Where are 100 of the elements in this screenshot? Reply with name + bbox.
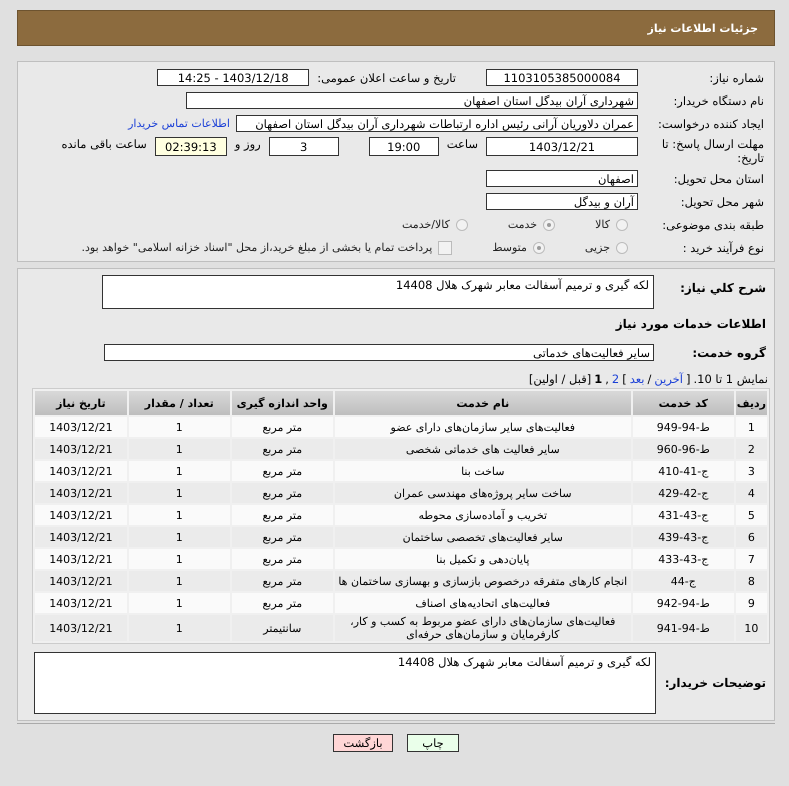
pagination-link[interactable]: بعد: [630, 372, 644, 386]
city-field: آران و بیدگل: [486, 193, 638, 210]
back-button[interactable]: بازگشت: [333, 734, 393, 752]
field-label: نوع فرآیند خرید :: [682, 240, 765, 254]
field-label: ساعت باقی مانده: [62, 137, 147, 151]
radio-button[interactable]: [543, 218, 556, 230]
table-cell: ط-96-960: [632, 439, 734, 459]
summary-textarea[interactable]: لکه گیری و ترمیم آسفالت معابر شهرک هلال 14408: [102, 275, 654, 309]
field-label: شماره نیاز:: [708, 70, 765, 84]
table-cell: متر مربع: [232, 571, 333, 591]
table-cell: سایر فعالیت های خدماتی شخصی: [334, 439, 631, 459]
column-header: واحد اندازه گیری: [232, 391, 333, 415]
need-number-field: 1103105385000084: [486, 69, 638, 86]
announce-date-field: 1403/12/18 - 14:25: [157, 69, 310, 86]
table-cell: متر مربع: [232, 593, 333, 613]
buyer-field: شهرداری آران بیدگل استان اصفهان: [186, 92, 638, 109]
days-field: 3: [268, 137, 339, 156]
pagination-text: [قبل / اولین]: [528, 372, 592, 386]
radio-button[interactable]: [456, 218, 468, 230]
province-field: اصفهان: [486, 170, 638, 187]
table-cell: فعالیت‌های سایر سازمان‌های دارای عضو: [334, 417, 631, 437]
creator-field: عمران دلاوریان آرانی رئیس اداره ارتباطات شهرداری آران بیدگل استان اصفهان: [236, 115, 638, 132]
table-cell: 3: [736, 461, 767, 481]
table-cell: سایر فعالیت‌های تخصصی ساختمان: [334, 527, 631, 547]
table-cell: 5: [736, 505, 767, 525]
table-cell: 2: [736, 439, 767, 459]
table-cell: 1403/12/21: [35, 483, 127, 503]
checkbox[interactable]: [438, 240, 452, 254]
table-cell: 1403/12/21: [35, 615, 127, 641]
table-cell: 4: [736, 483, 767, 503]
table-cell: 1: [128, 527, 230, 547]
column-header: تعداد / مقدار: [128, 391, 230, 415]
print-button[interactable]: چاپ: [407, 734, 459, 752]
pagination-text: ]: [622, 372, 627, 386]
remaining-time-field: 02:39:13: [154, 137, 227, 156]
column-header: کد خدمت: [632, 391, 734, 415]
pagination-text: ,: [605, 372, 609, 386]
table-cell: ج-41-410: [632, 461, 734, 481]
table-cell: متر مربع: [232, 505, 333, 525]
pagination-link[interactable]: آخرین: [654, 372, 683, 386]
table-cell: 1: [128, 593, 230, 613]
table-cell: 1403/12/21: [35, 417, 127, 437]
radio-label: جزیی: [584, 241, 610, 254]
table-cell: 10: [736, 615, 767, 641]
pagination-link[interactable]: 2: [612, 372, 620, 386]
field-label: طبقه بندی موضوعی:: [661, 218, 765, 232]
table-cell: 8: [736, 571, 767, 591]
table-cell: 1: [736, 417, 767, 437]
table-cell: 1403/12/21: [35, 571, 127, 591]
table-cell: متر مربع: [232, 439, 333, 459]
table-cell: 7: [736, 549, 767, 569]
radio-button[interactable]: [616, 218, 628, 230]
table-cell: انجام کارهای متفرقه درخصوص بازسازی و بهسازی ساختمان ها: [334, 571, 631, 591]
current-page: 1: [594, 372, 602, 386]
table-cell: 1: [128, 615, 230, 641]
table-cell: 1: [128, 549, 230, 569]
column-header: نام خدمت: [334, 391, 631, 415]
table-cell: ط-94-941: [632, 615, 734, 641]
radio-label: متوسط: [492, 241, 527, 254]
table-cell: 1: [128, 439, 230, 459]
table-cell: متر مربع: [232, 461, 333, 481]
radio-button[interactable]: [616, 242, 628, 254]
section-title: اطلاعات خدمات مورد نیاز: [614, 316, 767, 331]
deadline-time-field: 19:00: [368, 137, 439, 156]
column-header: تاریخ نیاز: [35, 391, 127, 415]
table-cell: 6: [736, 527, 767, 547]
field-label: گروه خدمت:: [691, 346, 767, 360]
field-label: ایجاد کننده درخواست:: [657, 116, 765, 130]
table-cell: ج-43-439: [632, 527, 734, 547]
field-label: روز و: [234, 137, 261, 151]
page-title: جزئیات اطلاعات نیاز: [648, 22, 758, 34]
table-cell: متر مربع: [232, 527, 333, 547]
table-cell: ج-42-429: [632, 483, 734, 503]
table-cell: تخریب و آماده‌سازی محوطه: [334, 505, 631, 525]
table-cell: ج-43-433: [632, 549, 734, 569]
field-label: تاریخ و ساعت اعلان عمومی:: [317, 70, 456, 84]
field-label: ساعت: [446, 137, 478, 151]
radio-button[interactable]: [532, 242, 545, 254]
pagination-text: نمایش 1 تا 10.: [693, 372, 768, 386]
deadline-date-field: 1403/12/21: [486, 137, 638, 156]
table-cell: متر مربع: [232, 417, 333, 437]
field-label: نام دستگاه خریدار:: [672, 94, 765, 108]
field-label: مهلت ارسال پاسخ: تا تاریخ:: [660, 137, 765, 165]
table-cell: ط-94-949: [632, 417, 734, 437]
field-label: توضیحات خریدار:: [664, 675, 767, 690]
table-cell: پایان‌دهی و تکمیل بنا: [334, 549, 631, 569]
field-label: شهر محل تحویل:: [680, 194, 765, 208]
table-cell: ج-44: [632, 571, 734, 591]
table-cell: 1403/12/21: [35, 593, 127, 613]
service-group-field: سایر فعالیت‌های خدماتی: [104, 344, 654, 361]
buyer-notes-textarea[interactable]: لکه گیری و ترمیم آسفالت معابر شهرک هلال 14408: [34, 652, 656, 714]
buyer-contact-link[interactable]: اطلاعات تماس خریدار: [128, 117, 230, 130]
table-cell: 1403/12/21: [35, 461, 127, 481]
table-cell: ساخت بنا: [334, 461, 631, 481]
table-cell: 1: [128, 417, 230, 437]
table-cell: فعالیت‌های اتحادیه‌های اصناف: [334, 593, 631, 613]
table-cell: متر مربع: [232, 483, 333, 503]
checkbox-label: پرداخت تمام یا بخشی از مبلغ خرید،از محل "اسناد خزانه اسلامی" خواهد بود.: [82, 241, 432, 254]
table-cell: 1403/12/21: [35, 527, 127, 547]
table-cell: 9: [736, 593, 767, 613]
